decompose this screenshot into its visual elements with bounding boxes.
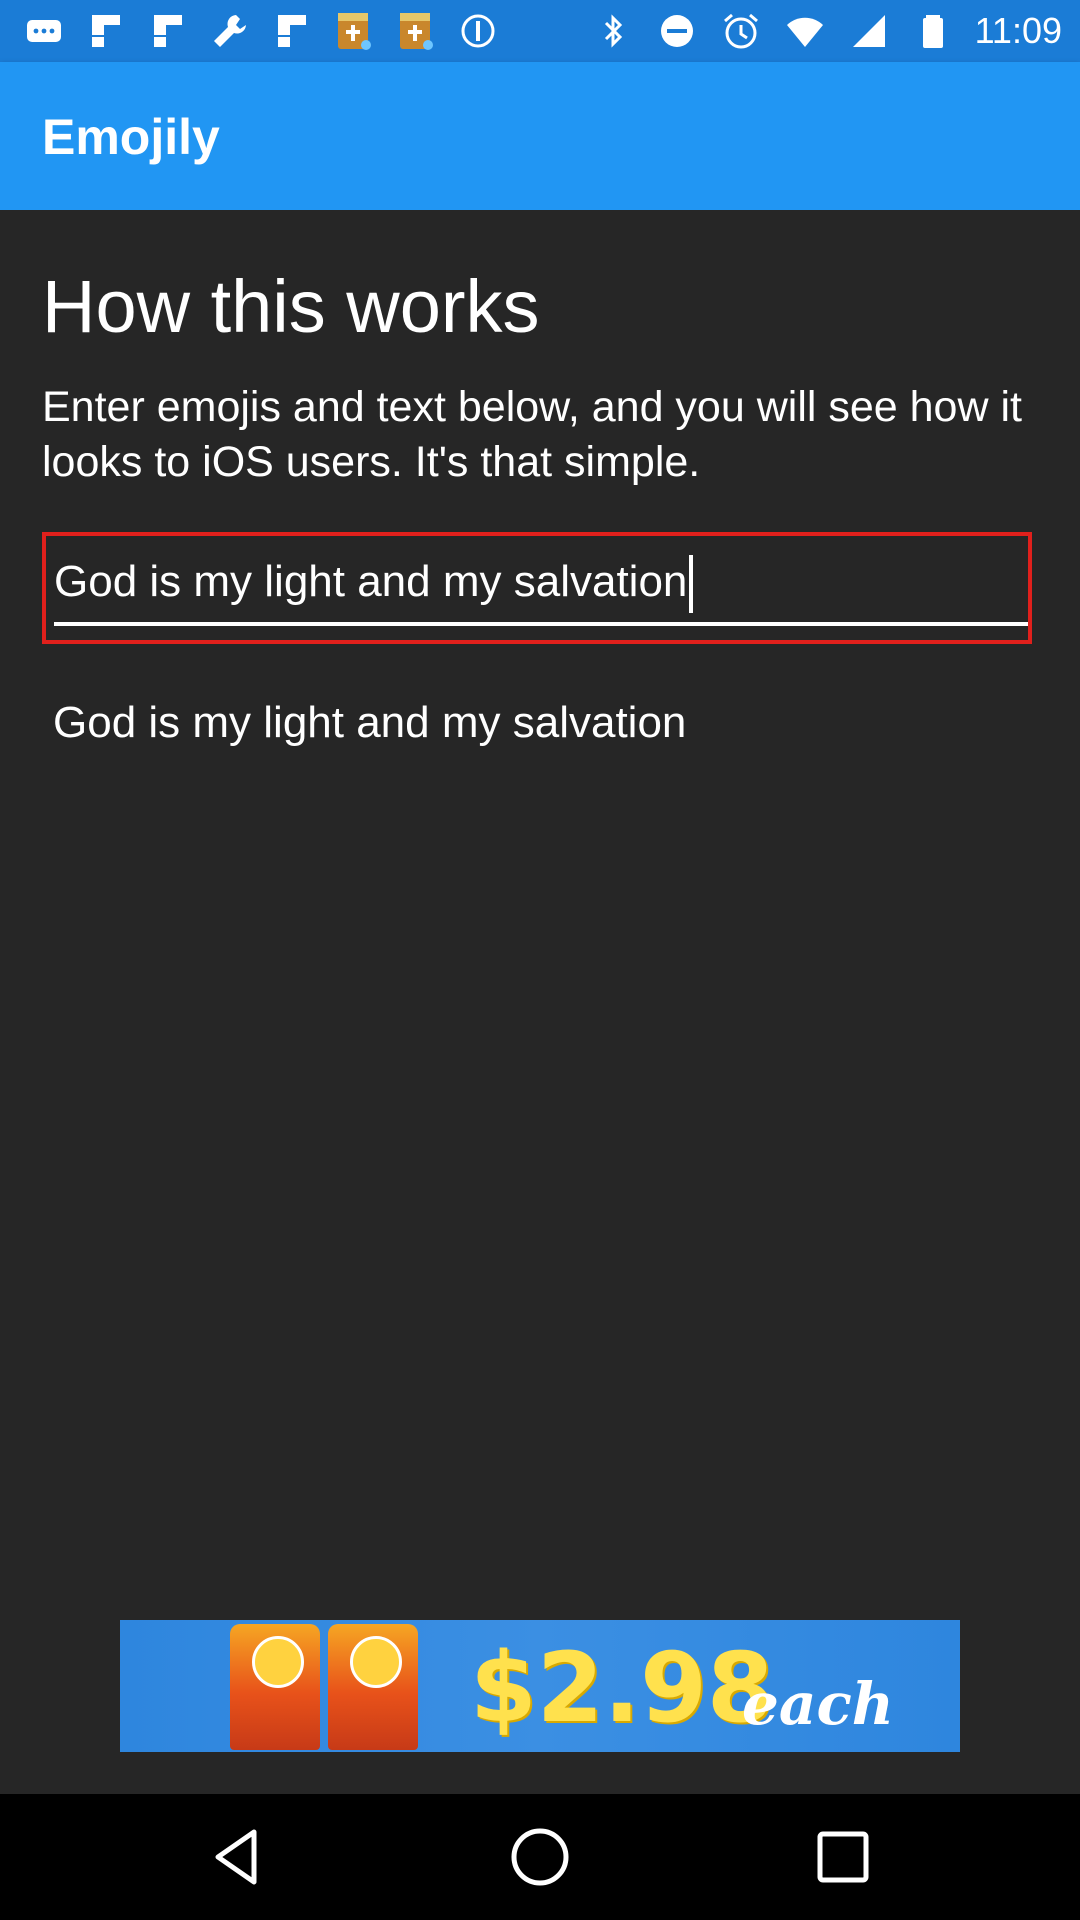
ad-banner[interactable]: $2.98 each xyxy=(120,1620,960,1752)
input-highlight-frame: God is my light and my salvation xyxy=(42,532,1032,644)
recents-button[interactable] xyxy=(810,1824,876,1890)
emoji-text-input[interactable]: God is my light and my salvation xyxy=(54,550,1028,626)
recents-square-icon xyxy=(817,1831,869,1883)
ad-price: $2.98 xyxy=(470,1632,774,1744)
bluetooth-icon xyxy=(591,9,635,53)
home-button[interactable] xyxy=(507,1824,573,1890)
status-bar-notifications xyxy=(22,8,500,54)
back-button[interactable] xyxy=(204,1824,270,1890)
wifi-icon xyxy=(783,9,827,53)
back-triangle-icon xyxy=(215,1829,257,1885)
ad-price-suffix: each xyxy=(742,1670,894,1738)
ad-product-image xyxy=(230,1624,418,1750)
home-circle-icon xyxy=(511,1828,569,1886)
flipboard-icon xyxy=(146,9,190,53)
ios-preview-text: God is my light and my salvation xyxy=(53,698,687,747)
alarm-icon xyxy=(719,9,763,53)
topics-bible-app-icon xyxy=(332,9,376,53)
status-bar-system: 11:09 xyxy=(591,8,1062,54)
battery-icon xyxy=(911,9,955,53)
page-heading: How this works xyxy=(42,265,540,348)
app-title: Emojily xyxy=(42,109,220,165)
signal-icon xyxy=(847,9,891,53)
wrench-icon xyxy=(208,9,252,53)
main-content: How this works Enter emojis and text bel… xyxy=(0,210,1080,1794)
do-not-disturb-icon xyxy=(655,9,699,53)
messages-icon xyxy=(22,9,66,53)
flipboard-icon xyxy=(84,9,128,53)
app-bar: Emojily xyxy=(0,62,1080,210)
navigation-bar xyxy=(0,1794,1080,1920)
text-cursor xyxy=(689,555,694,614)
input-value: God is my light and my salvation xyxy=(54,557,688,606)
topics-bible-app-icon xyxy=(394,9,438,53)
status-time: 11:09 xyxy=(974,10,1062,51)
flipboard-icon xyxy=(270,9,314,53)
info-icon xyxy=(456,9,500,53)
status-bar: 11:09 xyxy=(0,0,1080,62)
chip-bag xyxy=(328,1624,418,1750)
chip-bag xyxy=(230,1624,320,1750)
instructions-text: Enter emojis and text below, and you wil… xyxy=(42,383,1022,486)
